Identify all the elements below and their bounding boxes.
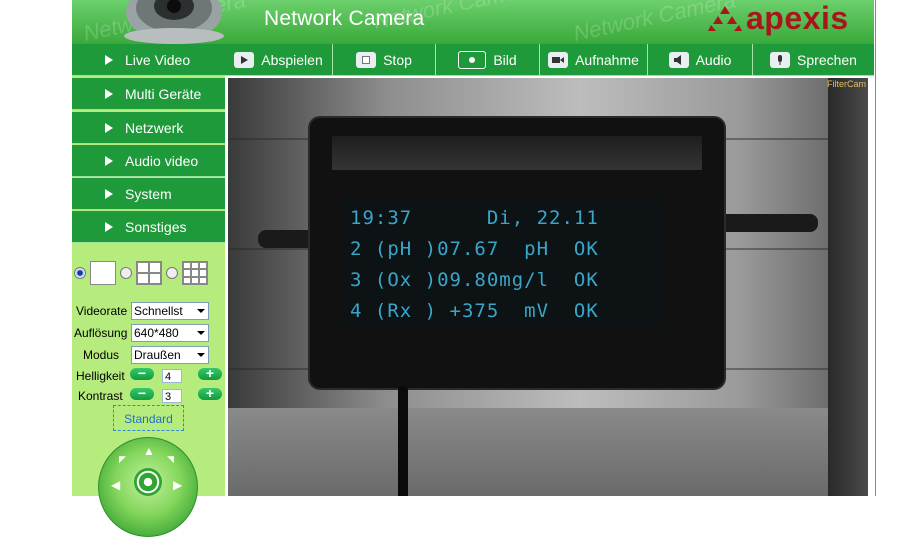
mounting-bracket — [708, 214, 818, 232]
shelf-surface — [228, 408, 828, 496]
play-label: Abspielen — [261, 51, 323, 68]
contrast-increase-button[interactable]: + — [198, 386, 222, 400]
standard-button[interactable]: Standard — [113, 405, 184, 431]
contrast-decrease-button[interactable]: − — [130, 386, 154, 400]
view-layout-selector — [74, 260, 212, 286]
audio-button[interactable]: Audio — [648, 44, 753, 75]
record-label: Aufnahme — [575, 51, 639, 68]
triangle-right-icon — [105, 188, 113, 199]
mode-value: Draußen — [134, 348, 181, 362]
sidebar-item-netzwerk[interactable]: Netzwerk — [72, 112, 225, 144]
stop-icon — [356, 51, 377, 68]
single-view-icon — [90, 261, 116, 285]
brightness-label: Helligkeit — [76, 369, 125, 383]
layout-9-radio[interactable] — [166, 267, 178, 279]
resolution-select[interactable]: 640*480 — [131, 324, 209, 342]
mode-label: Modus — [83, 348, 120, 362]
pan-up-right-icon[interactable]: ◥ — [167, 454, 174, 465]
play-button[interactable]: Abspielen — [225, 44, 333, 75]
lcd-line: 3 (Ox )09.80mg/l OK — [350, 269, 599, 291]
snapshot-button[interactable]: Bild — [436, 44, 540, 75]
talk-button[interactable]: Sprechen — [753, 44, 874, 75]
resolution-value: 640*480 — [134, 326, 179, 340]
sidebar-item-label: Sonstiges — [125, 218, 187, 235]
video-toolbar: Abspielen Stop Bild Aufnahme Audio Sprec… — [225, 44, 874, 76]
sidebar-item-audio-video[interactable]: Audio video — [72, 145, 225, 177]
sidebar-item-sonstiges[interactable]: Sonstiges — [72, 211, 225, 243]
video-overlay-label: FilterCam — [826, 79, 866, 89]
audio-label: Audio — [695, 51, 732, 68]
triangle-right-icon — [105, 54, 113, 65]
pan-right-icon[interactable]: ▶ — [173, 478, 182, 492]
brightness-increase-button[interactable]: + — [198, 366, 222, 380]
lcd-line: 19:37 Di, 22.11 — [350, 207, 599, 229]
video-camera-icon — [548, 51, 569, 68]
stop-label: Stop — [383, 51, 412, 68]
pan-up-left-icon[interactable]: ◤ — [119, 454, 126, 465]
wooden-post — [828, 78, 868, 496]
triangle-right-icon — [105, 221, 113, 232]
triangle-right-icon — [105, 122, 113, 133]
videorate-label: Videorate — [76, 304, 128, 318]
snapshot-label: Bild — [493, 51, 517, 68]
speaker-icon — [668, 51, 689, 68]
lcd-line: 2 (pH )07.67 pH OK — [350, 238, 599, 260]
talk-label: Sprechen — [797, 51, 857, 68]
live-video-feed[interactable]: 19:37 Di, 22.11 2 (pH )07.67 pH OK 3 (Ox… — [228, 78, 868, 496]
play-icon — [234, 51, 255, 68]
record-button[interactable]: Aufnahme — [540, 44, 648, 75]
nine-view-icon — [182, 261, 208, 285]
pan-up-icon[interactable]: ▲ — [143, 444, 155, 458]
page-title: Network Camera — [264, 7, 425, 30]
pan-left-icon[interactable]: ◀ — [111, 478, 120, 492]
power-cable — [398, 386, 408, 496]
brightness-value: 4 — [162, 369, 182, 383]
quad-view-icon — [136, 261, 162, 285]
ptz-center-icon[interactable] — [134, 468, 162, 496]
sidebar-item-label: Multi Geräte — [125, 85, 202, 102]
microphone-icon — [770, 51, 791, 68]
apexis-logo-icon — [708, 6, 742, 31]
sidebar-item-label: Live Video — [125, 51, 191, 68]
header-banner: Network Camera Network Camera Network Ca… — [72, 0, 874, 44]
triangle-right-icon — [105, 155, 113, 166]
brand-logo: apexis — [708, 0, 849, 36]
sidebar-item-label: System — [125, 185, 172, 202]
triangle-right-icon — [105, 88, 113, 99]
resolution-label: Auflösung — [74, 326, 128, 340]
contrast-label: Kontrast — [78, 389, 123, 403]
sidebar-item-label: Audio video — [125, 152, 199, 169]
brightness-decrease-button[interactable]: − — [130, 366, 154, 380]
chevron-down-icon — [197, 309, 205, 313]
layout-1-radio[interactable] — [74, 267, 86, 279]
sidebar-item-system[interactable]: System — [72, 178, 225, 210]
stop-button[interactable]: Stop — [333, 44, 436, 75]
sidebar-item-live-video[interactable]: Live Video — [72, 44, 225, 76]
videorate-value: Schnellst — [134, 304, 183, 318]
videorate-select[interactable]: Schnellst — [131, 302, 209, 320]
layout-4-radio[interactable] — [120, 267, 132, 279]
camera-dome-icon — [124, 0, 224, 44]
lcd-line: 4 (Rx ) +375 mV OK — [350, 300, 599, 322]
sidebar-item-multi-geraete[interactable]: Multi Geräte — [72, 78, 225, 110]
mode-select[interactable]: Draußen — [131, 346, 209, 364]
sidebar-item-label: Netzwerk — [125, 119, 184, 136]
chevron-down-icon — [197, 331, 205, 335]
contrast-value: 3 — [162, 389, 182, 403]
chevron-down-icon — [197, 353, 205, 357]
ptz-control-pad[interactable]: ▲ ◀ ▶ ◤ ◥ — [98, 437, 198, 537]
brand-name: apexis — [746, 0, 849, 36]
connector-strip — [332, 136, 702, 170]
camera-icon — [458, 50, 487, 69]
